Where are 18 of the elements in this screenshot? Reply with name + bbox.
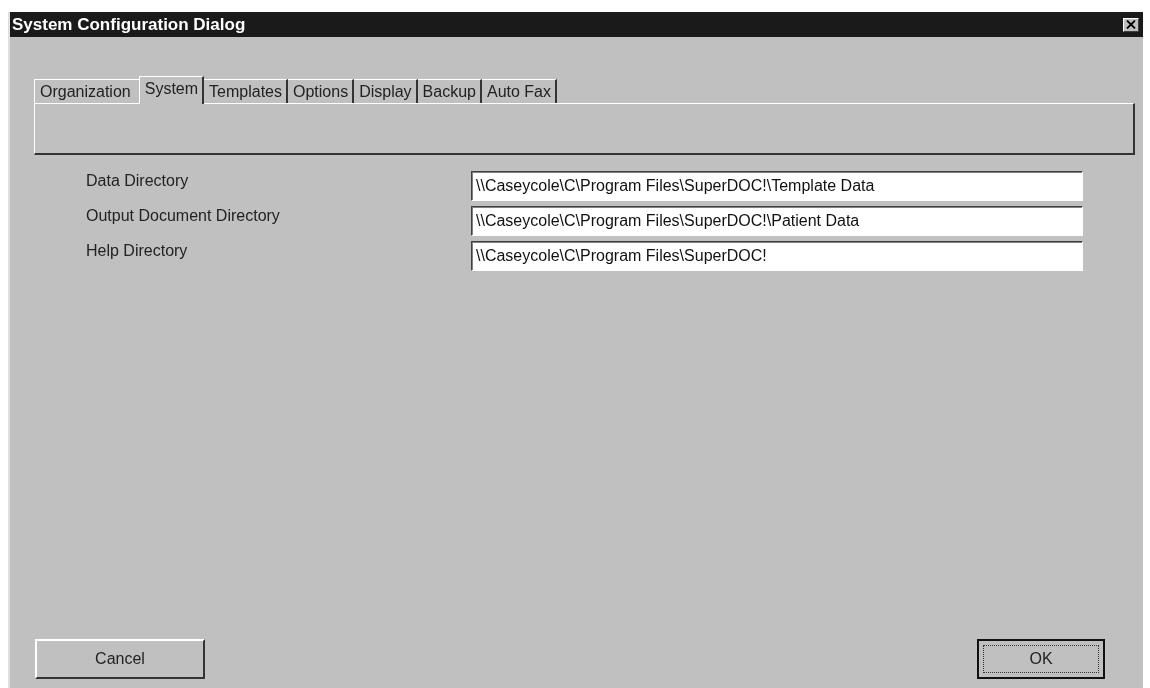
tab[interactable]: System bbox=[138, 76, 205, 104]
input-field[interactable]: \\Caseycole\C\Program Files\SuperDOC! bbox=[471, 241, 1083, 271]
tab[interactable]: Organization bbox=[34, 79, 141, 103]
field-label: Output Document Directory bbox=[86, 206, 281, 226]
field-label: Data Directory bbox=[86, 171, 190, 191]
tab[interactable]: Templates bbox=[204, 79, 288, 103]
tab[interactable]: Auto Fax bbox=[481, 79, 557, 103]
close-button[interactable] bbox=[1123, 17, 1139, 32]
field-label: Help Directory bbox=[86, 241, 189, 261]
default-button[interactable]: OK bbox=[977, 639, 1105, 679]
close-icon bbox=[1126, 20, 1136, 29]
tab[interactable]: Options bbox=[288, 79, 355, 103]
dialog-button[interactable]: Cancel bbox=[35, 639, 205, 679]
input-field[interactable]: \\Caseycole\C\Program Files\SuperDOC!\Patient Data bbox=[471, 206, 1083, 236]
tab[interactable]: Backup bbox=[417, 79, 482, 103]
input-field[interactable]: \\Caseycole\C\Program Files\SuperDOC!\Template Data bbox=[471, 171, 1083, 201]
window-title: System Configuration Dialog bbox=[12, 14, 246, 35]
tab[interactable]: Display bbox=[354, 79, 418, 103]
